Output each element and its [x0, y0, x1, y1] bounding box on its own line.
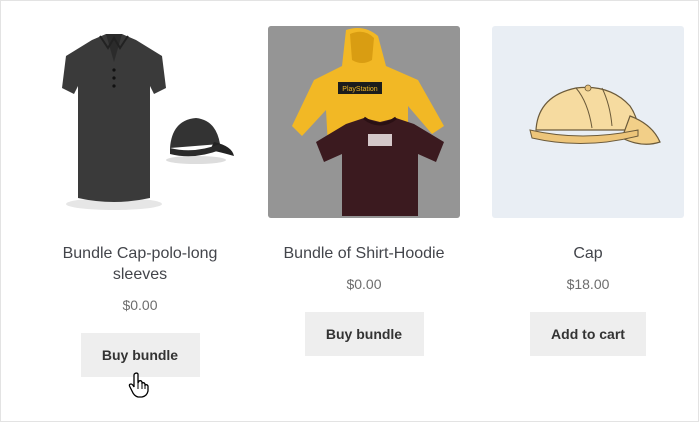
product-image-shirt-hoodie[interactable]: PlayStation	[268, 26, 460, 218]
hand-pointer-icon	[128, 372, 150, 403]
product-price: $0.00	[346, 276, 382, 292]
product-image-polo-cap[interactable]	[44, 26, 236, 218]
add-to-cart-button[interactable]: Add to cart	[530, 312, 646, 356]
product-card: Bundle Cap-polo-long sleeves $0.00 Buy b…	[44, 26, 236, 377]
product-image-cap[interactable]	[492, 26, 684, 218]
buy-bundle-button[interactable]: Buy bundle	[304, 312, 424, 356]
buy-bundle-button[interactable]: Buy bundle	[80, 333, 200, 377]
product-title[interactable]: Bundle Cap-polo-long sleeves	[44, 243, 236, 285]
product-title[interactable]: Bundle of Shirt-Hoodie	[268, 243, 460, 264]
product-price: $0.00	[122, 297, 158, 313]
product-card: PlayStation Bundle of Shirt-Hoodie $0.00…	[268, 26, 460, 356]
product-title[interactable]: Cap	[492, 243, 684, 264]
product-price: $18.00	[566, 276, 610, 292]
product-card: Cap $18.00 Add to cart	[492, 26, 684, 356]
hoodie-print-text: PlayStation	[342, 86, 378, 93]
